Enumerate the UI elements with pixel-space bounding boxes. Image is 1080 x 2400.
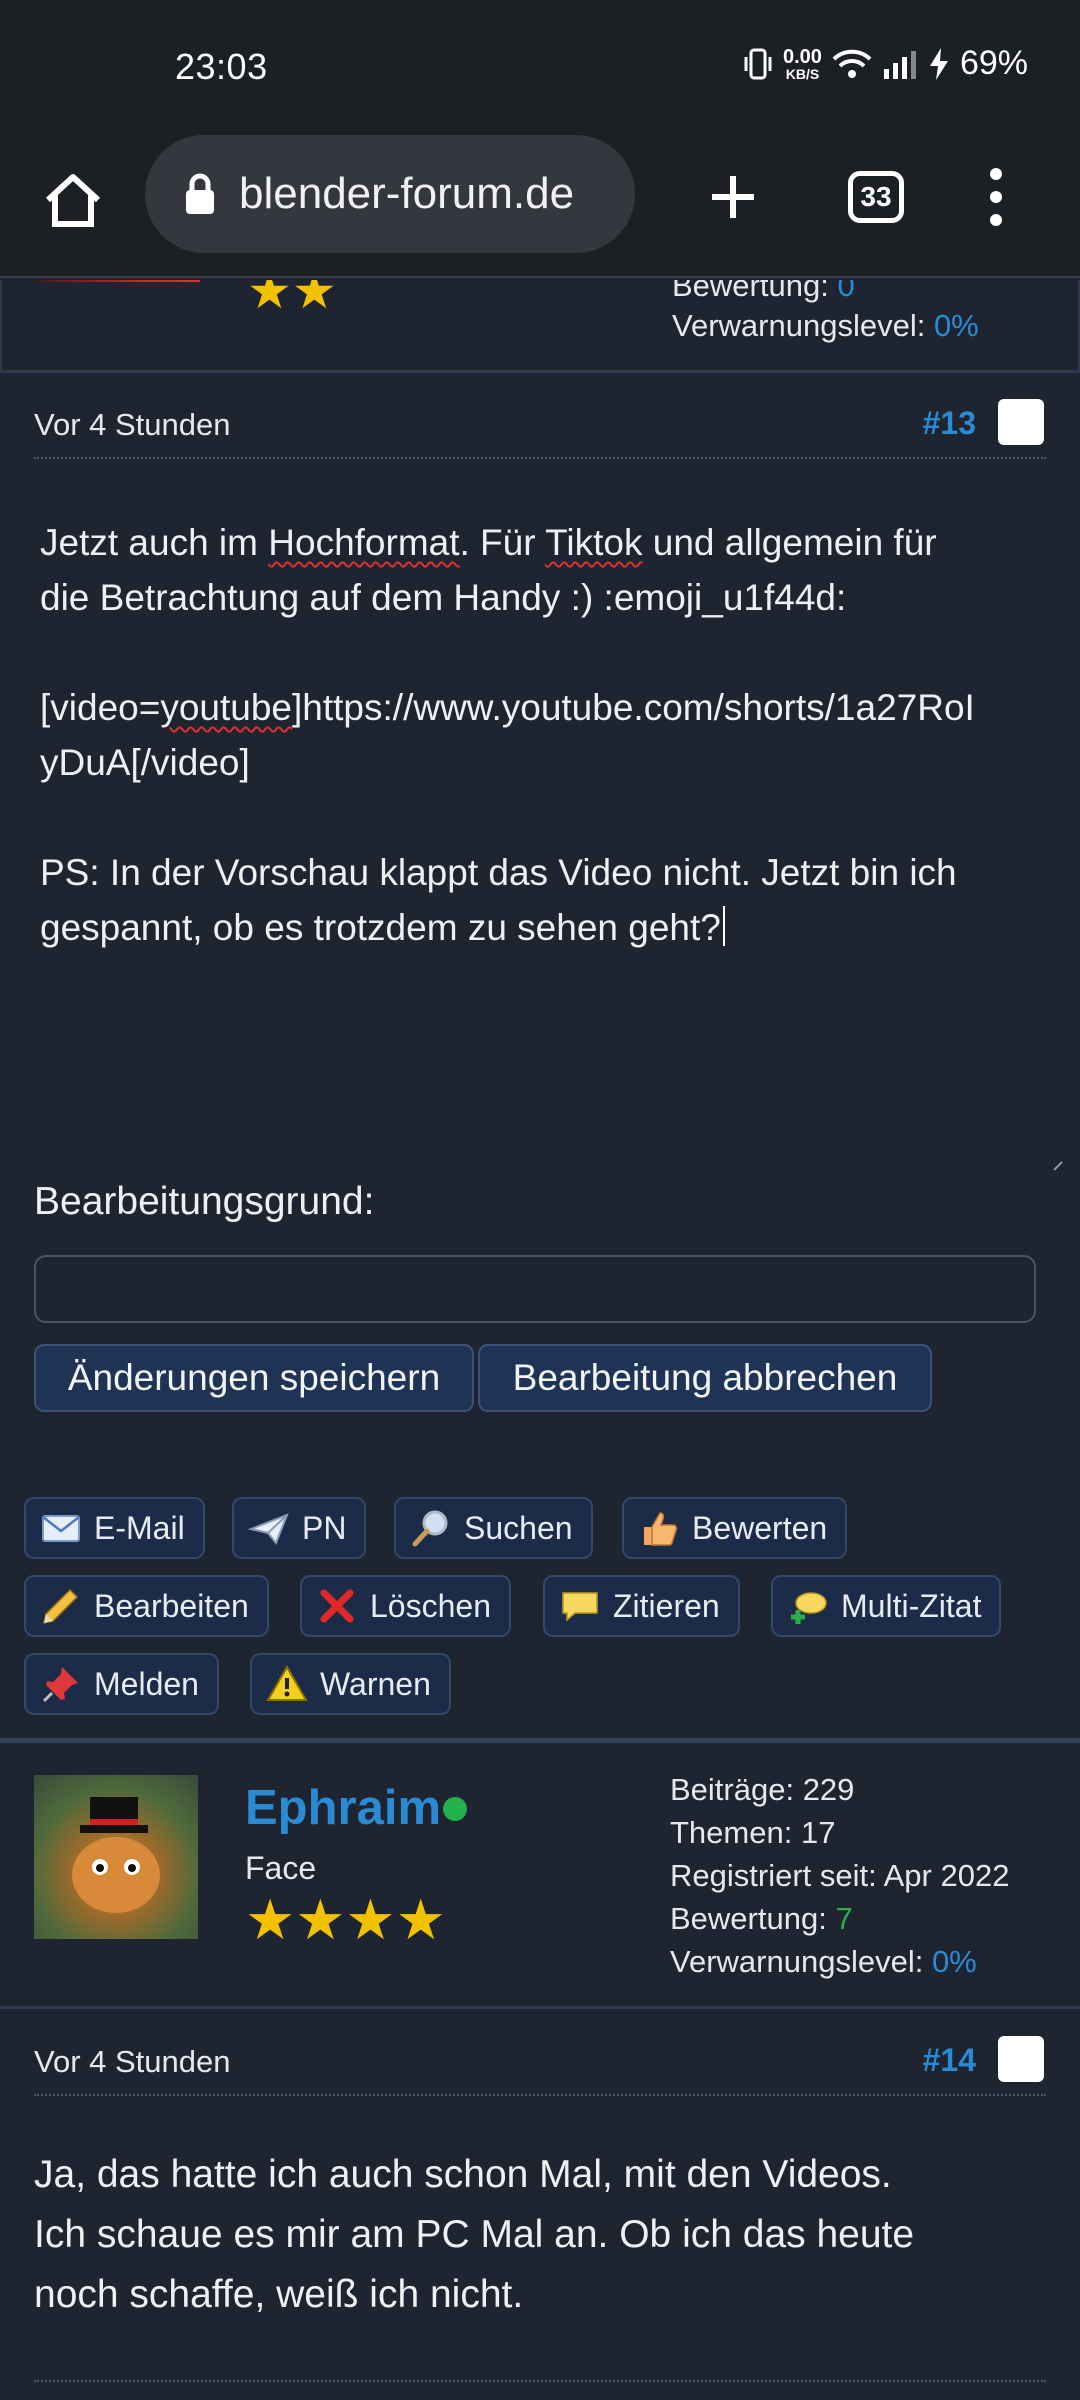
paper-plane-icon [248,1513,289,1545]
user-threads: Themen: 17 [670,1815,836,1850]
previous-post-header: ★★ Bewertung: 0 Verwarnungslevel: 0% [0,280,1080,372]
post-line: Ja, das hatte ich auch schon Mal, mit de… [34,2153,892,2196]
pm-button[interactable]: PN [232,1497,367,1559]
quote-button[interactable]: Zitieren [543,1575,740,1637]
post-date: Vor 4 Stunden [34,407,231,442]
rating-value[interactable]: 7 [835,1901,852,1936]
report-button[interactable]: Melden [24,1653,219,1715]
post-edit-textarea[interactable]: Jetzt auch im Hochformat. Für Tiktok und… [40,515,1050,955]
battery-percent: 69% [959,44,1028,82]
status-time: 23:03 [175,46,268,87]
edit-reason-input[interactable] [34,1255,1036,1323]
warning-value[interactable]: 0% [932,1944,977,1979]
envelope-icon [42,1515,80,1542]
editor-line: [video=youtube]https://www.youtube.com/s… [40,687,975,728]
post-separator-dotted [34,2380,1046,2382]
url-bar[interactable]: blender-forum.de [145,135,635,253]
previous-warning-level: Verwarnungslevel: 0% [672,308,979,343]
previous-stars: ★★ [247,280,337,319]
user-posts: Beiträge: 229 [670,1772,855,1807]
multi-quote-button[interactable]: Multi-Zitat [771,1575,1002,1637]
text-caret [722,906,725,946]
signal-icon [883,50,916,79]
textarea-resize-handle[interactable] [1052,1160,1064,1172]
username-link[interactable]: Ephraim [245,1780,441,1836]
warning-triangle-icon [266,1664,308,1701]
delete-button[interactable]: Löschen [300,1575,511,1637]
magnifier-icon [412,1510,448,1547]
avatar-image [72,1797,160,1913]
charging-icon [929,47,948,80]
divider [0,370,1080,373]
rank-stars: ★★★★ [245,1888,446,1951]
post-14-body: Ja, das hatte ich auch schon Mal, mit de… [34,2145,1046,2325]
cancel-edit-button[interactable]: Bearbeitung abbrechen [478,1344,932,1412]
wifi-icon [832,49,872,78]
post-14-meta: Vor 4 Stunden #14 [34,2024,1046,2096]
pushpin-icon [42,1667,78,1703]
rate-button[interactable]: Bewerten [622,1497,848,1559]
post-select-checkbox[interactable] [998,399,1044,445]
editor-line: Jetzt auch im Hochformat. Für Tiktok und… [40,522,937,563]
editor-line: PS: In der Vorschau klappt das Video nic… [40,852,957,893]
pencil-icon [43,1588,79,1624]
post-number-link[interactable]: #14 [923,2042,976,2079]
editor-line: gespannt, ob es trotzdem zu sehen geht? [40,900,1050,955]
tab-switcher-button[interactable]: 33 [848,171,904,223]
url-text: blender-forum.de [239,169,575,218]
previous-avatar [36,280,200,282]
user-warning-level: Verwarnungslevel: 0% [670,1944,977,1979]
thumbs-up-icon [644,1512,678,1546]
vibrate-icon [744,48,772,79]
editor-line: die Betrachtung auf dem Handy :) :emoji_… [40,577,847,618]
more-menu-icon[interactable] [978,164,1014,230]
lock-icon [186,173,214,214]
post-divider [0,1738,1080,1743]
post-13-meta: Vor 4 Stunden #13 [34,387,1046,459]
editor-line: yDuA[/video] [40,742,250,783]
avatar[interactable] [34,1775,198,1939]
post-date: Vor 4 Stunden [34,2044,231,2079]
multi-quote-icon [791,1592,827,1624]
forum-page: ★★ Bewertung: 0 Verwarnungslevel: 0% Vor… [0,280,1080,2400]
post-line: noch schaffe, weiß ich nicht. [34,2273,524,2316]
search-button[interactable]: Suchen [394,1497,593,1559]
status-bar: 23:03 0.00 KB/S 69% [0,0,1080,130]
edit-reason-label: Bearbeitungsgrund: [34,1180,375,1223]
post-select-checkbox[interactable] [998,2036,1044,2082]
save-changes-button[interactable]: Änderungen speichern [34,1344,474,1412]
new-tab-icon[interactable] [700,164,766,230]
browser-toolbar: blender-forum.de 33 [0,130,1080,278]
speech-bubble-icon [562,1592,598,1622]
user-rating: Bewertung: 7 [670,1901,853,1936]
post-line: Ich schaue es mir am PC Mal an. Ob ich d… [34,2213,915,2256]
user-stats: Beiträge: 229 Themen: 17 Registriert sei… [670,1768,1009,1983]
user-rank: Face [245,1850,317,1886]
edit-button[interactable]: Bearbeiten [24,1575,269,1637]
delete-x-icon [320,1589,354,1623]
post-number-link[interactable]: #13 [923,405,976,442]
previous-rating: Bewertung: 0 [672,280,855,303]
status-icons: 0.00 KB/S 69% [743,44,1028,83]
email-button[interactable]: E-Mail [24,1497,205,1559]
home-icon[interactable] [40,168,106,234]
net-speed: 0.00 KB/S [783,45,822,82]
warn-button[interactable]: Warnen [250,1653,451,1715]
online-status-icon [443,1797,467,1821]
user-registered: Registriert seit: Apr 2022 [670,1858,1010,1893]
divider [0,2006,1080,2009]
